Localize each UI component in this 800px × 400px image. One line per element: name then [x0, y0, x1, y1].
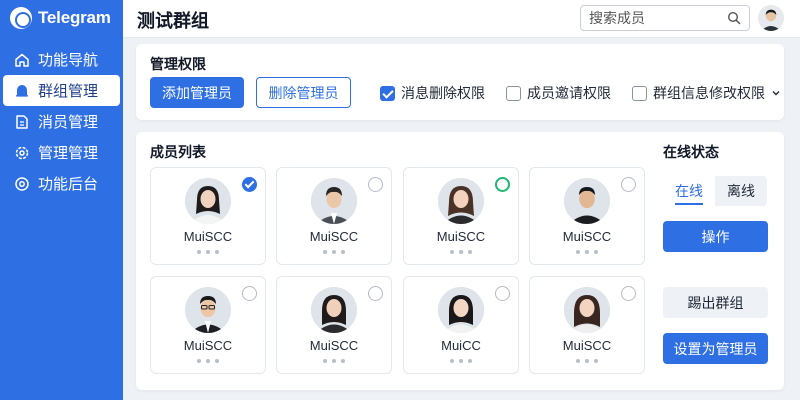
member-name: MuiSCC: [309, 338, 359, 353]
member-avatar: [564, 178, 610, 224]
member-select-checkbox[interactable]: [495, 286, 510, 301]
admin-section-title: 管理权限: [150, 56, 206, 72]
member-card[interactable]: MuiSCC: [529, 276, 645, 374]
document-icon: [16, 114, 28, 129]
more-options-icon[interactable]: [404, 359, 518, 363]
member-name: MuiCC: [441, 338, 481, 353]
member-select-checkbox[interactable]: [368, 286, 383, 301]
sidebar-item-label: 功能后台: [38, 176, 99, 193]
sidebar: Telegram 功能导航 群组管理 消员管理 管理管理 功能后台: [0, 0, 123, 400]
tab-offline[interactable]: 离线: [715, 176, 767, 206]
member-card[interactable]: MuiSCC: [276, 276, 392, 374]
sidebar-item-label: 管理管理: [38, 145, 99, 162]
target-icon: [15, 176, 29, 191]
member-card[interactable]: MuiCC: [403, 276, 519, 374]
member-avatar: [564, 287, 610, 333]
sidebar-item-label: 功能导航: [38, 52, 99, 69]
member-card[interactable]: MuiSCC: [529, 167, 645, 265]
more-options-icon[interactable]: [277, 250, 391, 254]
app-name: Telegram: [38, 8, 111, 27]
page-title: 测试群组: [137, 11, 209, 31]
member-name: MuiSCC: [562, 229, 612, 244]
member-card[interactable]: MuiSCC: [150, 276, 266, 374]
more-options-icon[interactable]: [530, 359, 644, 363]
permission-edit-group-info[interactable]: 群组信息修改权限: [632, 84, 781, 102]
search-icon[interactable]: [727, 11, 741, 25]
more-options-icon[interactable]: [151, 250, 265, 254]
chevron-down-icon[interactable]: [771, 88, 781, 98]
user-avatar[interactable]: [758, 5, 784, 31]
member-select-checkbox[interactable]: [368, 177, 383, 192]
gear-icon: [15, 146, 29, 159]
member-avatar: [438, 287, 484, 333]
permission-checkbox[interactable]: [506, 85, 521, 101]
online-status-title: 在线状态: [663, 144, 719, 160]
member-avatar: [438, 178, 484, 224]
sidebar-item-label: 群组管理: [38, 83, 99, 100]
user-avatar-image: [758, 5, 784, 31]
permission-label: 成员邀请权限: [527, 85, 611, 101]
home-icon: [15, 53, 29, 67]
permission-label: 群组信息修改权限: [653, 85, 765, 101]
search-box[interactable]: [580, 5, 750, 31]
app-logo[interactable]: Telegram: [10, 7, 111, 29]
member-avatar: [185, 287, 231, 333]
sidebar-item-groups[interactable]: 群组管理: [3, 75, 120, 106]
top-header: 测试群组: [123, 0, 800, 38]
member-list-panel: 成员列表 MuiSCC MuiSCC MuiSCC MuiSCC MuiSCC …: [136, 132, 784, 390]
sidebar-item-backend[interactable]: 功能后台: [0, 168, 123, 199]
bell-icon: [16, 84, 28, 97]
member-avatar: [311, 178, 357, 224]
sidebar-item-label: 消员管理: [38, 114, 99, 131]
member-card[interactable]: MuiSCC: [403, 167, 519, 265]
member-select-checkbox[interactable]: [242, 286, 257, 301]
member-name: MuiSCC: [436, 229, 486, 244]
more-options-icon[interactable]: [530, 250, 644, 254]
sidebar-nav: 功能导航 群组管理 消员管理 管理管理 功能后台: [0, 44, 123, 199]
permission-delete-messages[interactable]: 消息删除权限: [380, 84, 485, 102]
add-admin-button[interactable]: 添加管理员: [150, 77, 244, 108]
set-as-admin-button[interactable]: 设置为管理员: [663, 333, 768, 364]
member-avatar: [185, 178, 231, 224]
remove-admin-button[interactable]: 删除管理员: [256, 77, 351, 108]
permission-checkbox[interactable]: [380, 85, 395, 101]
action-button[interactable]: 操作: [663, 221, 768, 252]
sidebar-item-members[interactable]: 消员管理: [0, 106, 123, 137]
member-select-checkbox[interactable]: [621, 177, 636, 192]
permission-checkbox[interactable]: [632, 85, 647, 101]
telegram-logo-icon: [10, 7, 32, 29]
tab-online[interactable]: 在线: [663, 176, 715, 206]
more-options-icon[interactable]: [151, 359, 265, 363]
member-select-checkbox[interactable]: [621, 286, 636, 301]
member-section-title: 成员列表: [150, 144, 206, 160]
member-select-checkbox[interactable]: [242, 177, 257, 192]
member-name: MuiSCC: [309, 229, 359, 244]
member-name: MuiSCC: [183, 338, 233, 353]
member-card[interactable]: MuiSCC: [150, 167, 266, 265]
member-card[interactable]: MuiSCC: [276, 167, 392, 265]
member-name: MuiSCC: [183, 229, 233, 244]
permission-invite-members[interactable]: 成员邀请权限: [506, 84, 611, 102]
more-options-icon[interactable]: [277, 359, 391, 363]
member-name: MuiSCC: [562, 338, 612, 353]
kick-from-group-button[interactable]: 踢出群组: [663, 287, 768, 318]
member-avatar: [311, 287, 357, 333]
search-input[interactable]: [581, 6, 721, 30]
sidebar-item-management[interactable]: 管理管理: [0, 137, 123, 168]
member-online-indicator[interactable]: [495, 177, 510, 192]
sidebar-item-nav[interactable]: 功能导航: [0, 44, 123, 75]
permission-label: 消息删除权限: [401, 85, 485, 101]
admin-permissions-panel: 管理权限 添加管理员 删除管理员 消息删除权限 成员邀请权限 群组信息修改权限: [136, 44, 784, 120]
online-status-tabs: 在线 离线: [663, 176, 767, 206]
more-options-icon[interactable]: [404, 250, 518, 254]
